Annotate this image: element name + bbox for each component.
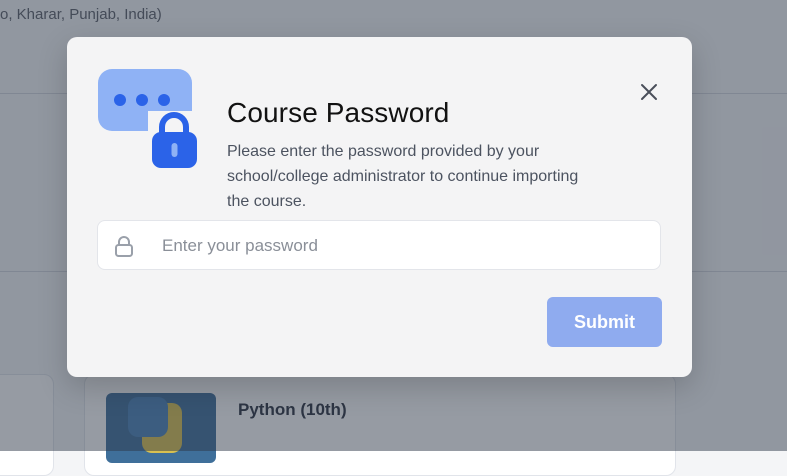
submit-button[interactable]: Submit xyxy=(547,297,662,347)
close-icon xyxy=(641,84,657,100)
password-chat-lock-icon xyxy=(98,69,198,169)
dialog-description: Please enter the password provided by yo… xyxy=(227,143,579,210)
course-password-dialog: Course Password Please enter the passwor… xyxy=(67,37,692,377)
lock-icon xyxy=(115,236,133,257)
dialog-title: Course Password xyxy=(227,97,450,129)
close-button[interactable] xyxy=(636,79,662,105)
password-field[interactable] xyxy=(97,220,661,271)
password-input[interactable] xyxy=(160,221,644,271)
